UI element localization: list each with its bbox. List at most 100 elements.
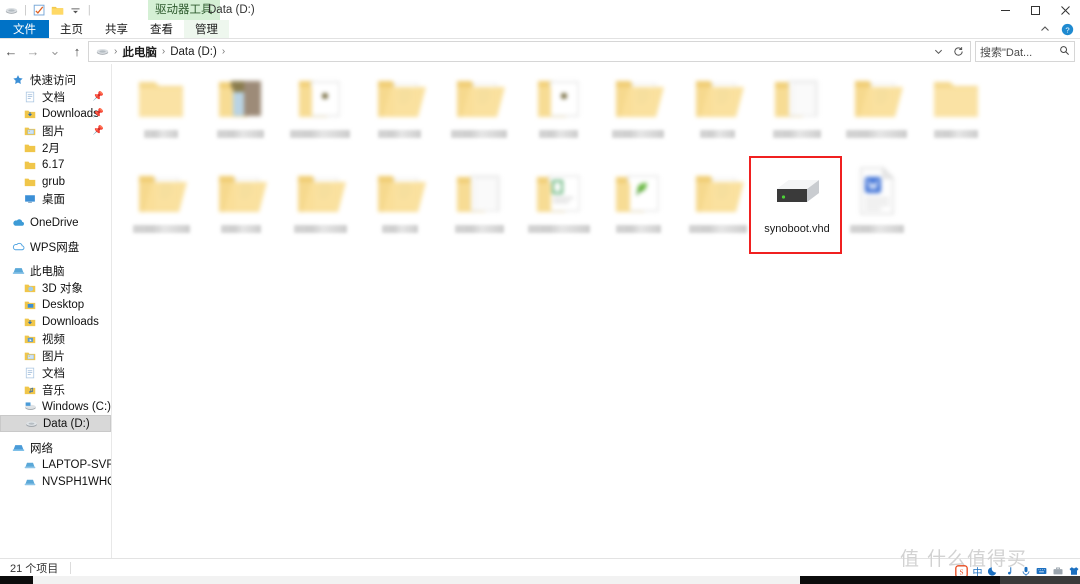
tab-manage[interactable]: 管理 bbox=[184, 20, 229, 38]
close-button[interactable] bbox=[1050, 0, 1080, 20]
pin-icon[interactable]: 📌 bbox=[93, 91, 104, 102]
file-item[interactable] bbox=[520, 64, 598, 159]
breadcrumb-separator-2[interactable]: › bbox=[160, 46, 167, 57]
sidebar-item-label: LAPTOP-SVRJJ9KK bbox=[42, 458, 111, 471]
back-button[interactable]: ← bbox=[0, 39, 22, 63]
file-name-redacted bbox=[220, 225, 261, 233]
minimize-button[interactable] bbox=[990, 0, 1020, 20]
tab-home[interactable]: 主页 bbox=[49, 20, 94, 38]
breadcrumb-data-drive[interactable]: Data (D:) bbox=[167, 46, 220, 58]
tab-share[interactable]: 共享 bbox=[94, 20, 139, 38]
customize-dropdown-icon[interactable] bbox=[69, 4, 82, 17]
sidebar-group-label: 快速访问 bbox=[30, 74, 76, 87]
sidebar-item-label: 视频 bbox=[42, 333, 65, 346]
search-box[interactable]: 搜索"Dat... bbox=[975, 41, 1075, 62]
breadcrumb-separator-1[interactable]: › bbox=[112, 46, 119, 57]
pin-icon[interactable]: 📌 bbox=[93, 125, 104, 136]
sidebar-item-617[interactable]: 6.17 bbox=[0, 156, 111, 173]
maximize-button[interactable] bbox=[1020, 0, 1050, 20]
file-item[interactable] bbox=[202, 64, 280, 159]
sidebar-item-desktop-cn[interactable]: 桌面 bbox=[0, 190, 111, 207]
file-item[interactable] bbox=[679, 64, 757, 159]
file-item[interactable] bbox=[520, 159, 598, 254]
forward-button[interactable]: → bbox=[22, 39, 44, 63]
file-item[interactable] bbox=[838, 159, 916, 254]
sidebar-item-3d-objects[interactable]: 3D 对象 bbox=[0, 279, 111, 296]
sidebar-item-february[interactable]: 2月 bbox=[0, 139, 111, 156]
pin-icon[interactable]: 📌 bbox=[93, 108, 104, 119]
chevron-up-icon[interactable] bbox=[1036, 20, 1054, 38]
sidebar-item-windows-c[interactable]: Windows (C:) bbox=[0, 398, 111, 415]
address-dropdown-icon[interactable] bbox=[928, 42, 948, 61]
sidebar-item-desktop[interactable]: Desktop bbox=[0, 296, 111, 313]
sidebar-item-grub[interactable]: grub bbox=[0, 173, 111, 190]
file-item[interactable] bbox=[917, 64, 995, 159]
file-name-redacted bbox=[132, 225, 190, 233]
file-item[interactable] bbox=[122, 159, 200, 254]
icon-grid: synoboot.vhd bbox=[112, 64, 1080, 264]
up-button[interactable]: ↑ bbox=[66, 39, 88, 63]
sidebar-item-onedrive[interactable]: OneDrive bbox=[0, 214, 111, 231]
sidebar-item-documents-pc[interactable]: 文档 bbox=[0, 364, 111, 381]
file-item[interactable] bbox=[361, 64, 439, 159]
file-item[interactable] bbox=[122, 64, 200, 159]
folder-docs-icon bbox=[374, 70, 426, 122]
new-folder-icon[interactable] bbox=[51, 4, 64, 17]
file-item[interactable] bbox=[599, 64, 677, 159]
sidebar-item-pictures-pc[interactable]: 图片 bbox=[0, 347, 111, 364]
sidebar-item-music[interactable]: 音乐 bbox=[0, 381, 111, 398]
sidebar-item-pictures[interactable]: 图片 📌 bbox=[0, 122, 111, 139]
search-icon[interactable] bbox=[1059, 45, 1070, 59]
file-item[interactable] bbox=[440, 159, 518, 254]
file-item[interactable] bbox=[440, 64, 518, 159]
file-item[interactable] bbox=[679, 159, 757, 254]
downloads-icon bbox=[22, 108, 38, 120]
folder-icon bbox=[22, 142, 38, 154]
file-item[interactable] bbox=[361, 159, 439, 254]
file-item[interactable] bbox=[281, 159, 359, 254]
file-item[interactable] bbox=[758, 64, 836, 159]
sidebar-group-quick-access[interactable]: 快速访问 bbox=[0, 71, 111, 88]
3d-objects-icon bbox=[22, 282, 38, 294]
sidebar-item-nvsph1whqv8d[interactable]: NVSPH1WHQV8D bbox=[0, 473, 111, 490]
navigation-pane[interactable]: 快速访问 文档 📌 Downloads 📌 图片 📌 2月 6.17 grub … bbox=[0, 64, 111, 558]
refresh-icon[interactable] bbox=[948, 42, 968, 61]
file-name-redacted bbox=[381, 225, 418, 233]
address-bar-controls bbox=[928, 42, 968, 61]
computer-icon bbox=[22, 459, 38, 471]
this-pc-icon bbox=[10, 264, 26, 277]
tab-view[interactable]: 查看 bbox=[139, 20, 184, 38]
breadcrumb-separator-3[interactable]: › bbox=[220, 46, 227, 57]
file-item[interactable] bbox=[202, 159, 280, 254]
breadcrumb-drive-icon[interactable] bbox=[93, 45, 112, 58]
sidebar-item-downloads-pc[interactable]: Downloads bbox=[0, 313, 111, 330]
file-item[interactable] bbox=[599, 159, 677, 254]
folder-plain-icon bbox=[135, 70, 187, 122]
help-icon[interactable]: ? bbox=[1058, 20, 1076, 38]
properties-icon[interactable] bbox=[33, 4, 46, 17]
sidebar-item-label: NVSPH1WHQV8D bbox=[42, 475, 111, 488]
file-list-pane[interactable]: synoboot.vhd bbox=[112, 64, 1080, 558]
file-item[interactable] bbox=[838, 64, 916, 159]
sidebar-item-label: 网络 bbox=[30, 442, 53, 455]
sidebar-group-this-pc[interactable]: 此电脑 bbox=[0, 262, 111, 279]
recent-locations-button[interactable]: ⌄ bbox=[44, 39, 66, 63]
sidebar-item-data-d[interactable]: Data (D:) bbox=[0, 415, 111, 432]
file-name-redacted bbox=[454, 225, 504, 233]
drive-icon[interactable] bbox=[5, 4, 18, 17]
sidebar-group-network[interactable]: 网络 bbox=[0, 439, 111, 456]
breadcrumb-this-pc[interactable]: 此电脑 bbox=[119, 44, 160, 60]
tab-file[interactable]: 文件 bbox=[0, 20, 49, 38]
sidebar-item-label: Downloads bbox=[42, 107, 99, 120]
file-item[interactable] bbox=[281, 64, 359, 159]
search-input[interactable]: 搜索"Dat... bbox=[980, 44, 1059, 60]
sidebar-item-documents[interactable]: 文档 📌 bbox=[0, 88, 111, 105]
sidebar-item-downloads[interactable]: Downloads 📌 bbox=[0, 105, 111, 122]
sidebar-item-wps-cloud[interactable]: WPS网盘 bbox=[0, 238, 111, 255]
address-bar[interactable]: › 此电脑 › Data (D:) › bbox=[88, 41, 971, 62]
taskbar[interactable] bbox=[0, 576, 1080, 584]
folder-plain-icon bbox=[930, 70, 982, 122]
sidebar-item-videos[interactable]: 视频 bbox=[0, 330, 111, 347]
sidebar-item-laptop-svrjj9kk[interactable]: LAPTOP-SVRJJ9KK bbox=[0, 456, 111, 473]
file-name-redacted bbox=[700, 130, 735, 138]
